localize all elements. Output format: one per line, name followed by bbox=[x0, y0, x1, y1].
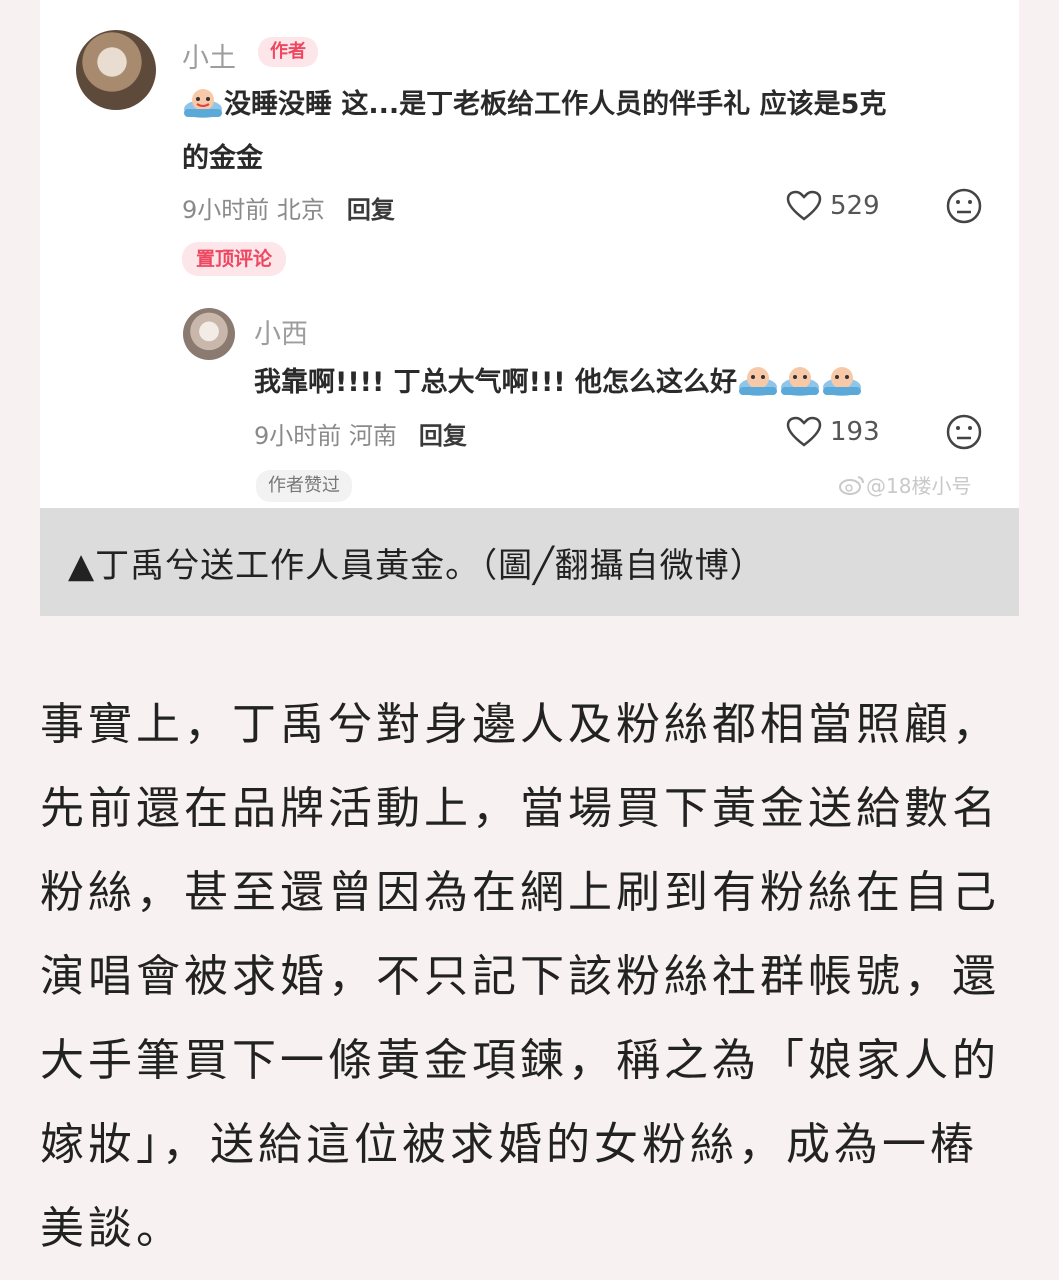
comment-time-location: 9小时前 北京 bbox=[182, 196, 325, 224]
image-caption: ▲丁禹兮送工作人員黃金。（圖╱翻攝自微博） bbox=[40, 508, 1019, 616]
comment-text-line2: 的金金 bbox=[182, 143, 263, 174]
reply-meta: 9小时前 河南 回复 bbox=[254, 416, 467, 451]
article-line: 嫁妝」，送給這位被求婚的女粉絲，成為一樁 bbox=[40, 1119, 978, 1170]
watermark: @18楼小号 bbox=[838, 470, 971, 499]
comment-text-line1: 没睡没睡 这...是丁老板给工作人员的伴手礼 应该是5克 bbox=[224, 89, 887, 120]
comment-username[interactable]: 小土 bbox=[182, 36, 236, 75]
like-button[interactable]: 529 bbox=[786, 190, 880, 222]
screenshot-figure: 小土 作者 没睡没睡 这...是丁老板给工作人员的伴手礼 应该是5克 的金金 9… bbox=[40, 0, 1019, 508]
meh-face-icon[interactable] bbox=[945, 413, 983, 451]
article-line: 事實上，丁禹兮對身邊人及粉絲都相當照顧， bbox=[40, 699, 1000, 750]
meh-face-icon[interactable] bbox=[945, 187, 983, 225]
comment-text: 没睡没睡 这...是丁老板给工作人员的伴手礼 应该是5克 的金金 bbox=[182, 78, 886, 186]
crying-bath-emoji-icon bbox=[781, 367, 819, 396]
crying-bath-emoji-icon bbox=[823, 367, 861, 396]
article-line: 演唱會被求婚，不只記下該粉絲社群帳號，還 bbox=[40, 951, 1000, 1002]
caption-text: ▲丁禹兮送工作人員黃金。（圖╱翻攝自微博） bbox=[68, 546, 765, 586]
article-body: 事實上，丁禹兮對身邊人及粉絲都相當照顧， 先前還在品牌活動上，當場買下黃金送給數… bbox=[40, 683, 1000, 1271]
reply-avatar[interactable] bbox=[183, 308, 235, 360]
reply-reply-button[interactable]: 回复 bbox=[419, 422, 467, 450]
reply-like-count: 193 bbox=[830, 417, 880, 447]
reply-text: 我靠啊!!!! 丁总大气啊!!! 他怎么这么好 bbox=[254, 356, 863, 410]
comment-meta: 9小时前 北京 回复 bbox=[182, 190, 395, 225]
heart-outline-icon bbox=[786, 416, 822, 447]
crying-bath-emoji-icon bbox=[184, 89, 222, 118]
article-line: 粉絲，甚至還曾因為在網上刷到有粉絲在自己 bbox=[40, 867, 1000, 918]
like-count: 529 bbox=[830, 191, 880, 221]
author-liked-badge: 作者赞过 bbox=[256, 470, 352, 502]
crying-bath-emoji-icon bbox=[739, 367, 777, 396]
reply-time-location: 9小时前 河南 bbox=[254, 422, 397, 450]
heart-outline-icon bbox=[786, 190, 822, 221]
reply-username[interactable]: 小西 bbox=[254, 312, 308, 351]
article-line: 美談。 bbox=[40, 1203, 184, 1254]
author-badge: 作者 bbox=[258, 37, 318, 67]
avatar[interactable] bbox=[76, 30, 156, 110]
article-line: 先前還在品牌活動上，當場買下黃金送給數名 bbox=[40, 783, 1000, 834]
article-line: 大手筆買下一條黃金項鍊，稱之為「娘家人的 bbox=[40, 1035, 1000, 1086]
reply-like-button[interactable]: 193 bbox=[786, 416, 880, 448]
weibo-logo-icon bbox=[839, 475, 864, 495]
pinned-comment-badge: 置顶评论 bbox=[182, 242, 287, 276]
reply-button[interactable]: 回复 bbox=[347, 196, 395, 224]
